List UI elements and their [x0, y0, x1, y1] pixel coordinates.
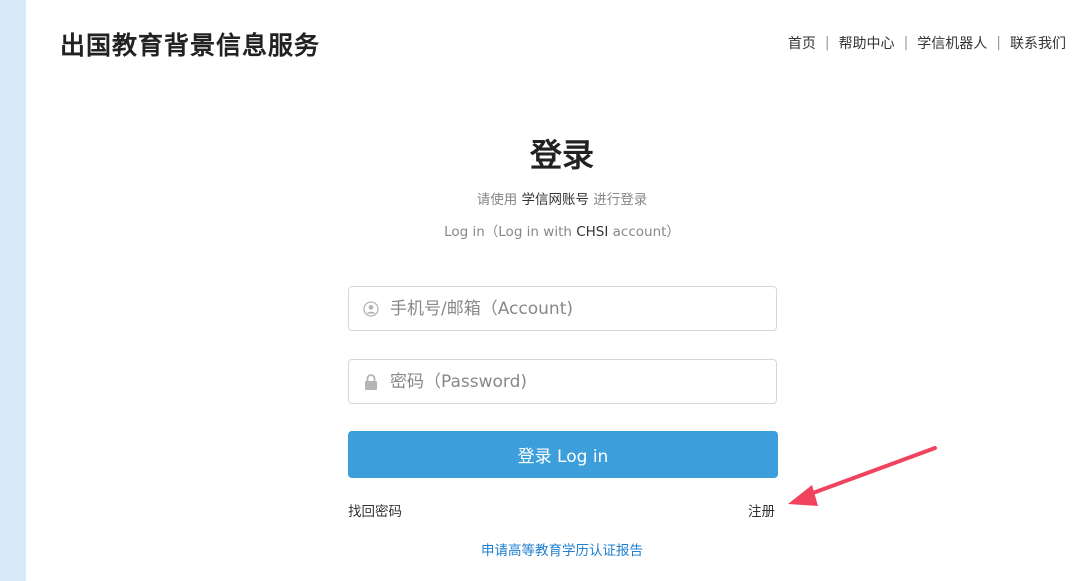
site-title: 出国教育背景信息服务	[60, 31, 321, 60]
nav-separator: |	[996, 35, 1001, 51]
nav-home-link[interactable]: 首页	[788, 33, 816, 53]
subtitle-en-prefix: Log in（Log in with	[444, 224, 577, 240]
nav-separator: |	[903, 35, 909, 51]
login-button[interactable]: 登录 Log in	[348, 431, 778, 478]
red-arrow-icon	[788, 446, 937, 506]
left-sidebar-strip	[0, 0, 26, 581]
password-input[interactable]	[390, 371, 776, 392]
login-title: 登录	[529, 136, 594, 174]
password-field[interactable]	[348, 359, 777, 404]
nav-robot-link[interactable]: 学信机器人	[917, 33, 987, 53]
subtitle-en-chsi: CHSI	[576, 224, 609, 240]
subtitle-account-name: 学信网账号	[521, 192, 590, 208]
nav-separator: |	[824, 35, 830, 51]
lock-icon	[362, 373, 380, 391]
account-input[interactable]	[390, 298, 776, 319]
account-field[interactable]	[348, 286, 777, 331]
forgot-password-link[interactable]: 找回密码	[348, 500, 402, 520]
subtitle-en-suffix: account）	[608, 224, 680, 240]
nav-contact-link[interactable]: 联系我们	[1010, 33, 1066, 53]
login-subtitle-cn: 请使用 学信网账号 进行登录	[0, 188, 1080, 208]
top-navigation: 首页 | 帮助中心 | 学信机器人 | 联系我们	[788, 33, 1066, 53]
user-circle-icon	[362, 300, 380, 318]
nav-help-center-link[interactable]: 帮助中心	[839, 33, 895, 53]
register-link[interactable]: 注册	[748, 500, 775, 520]
subtitle-prefix: 请使用	[476, 192, 522, 208]
subtitle-suffix: 进行登录	[589, 192, 648, 208]
apply-certification-report-link[interactable]: 申请高等教育学历认证报告	[0, 539, 1080, 559]
login-subtitle-en: Log in（Log in with CHSI account）	[0, 220, 1080, 240]
